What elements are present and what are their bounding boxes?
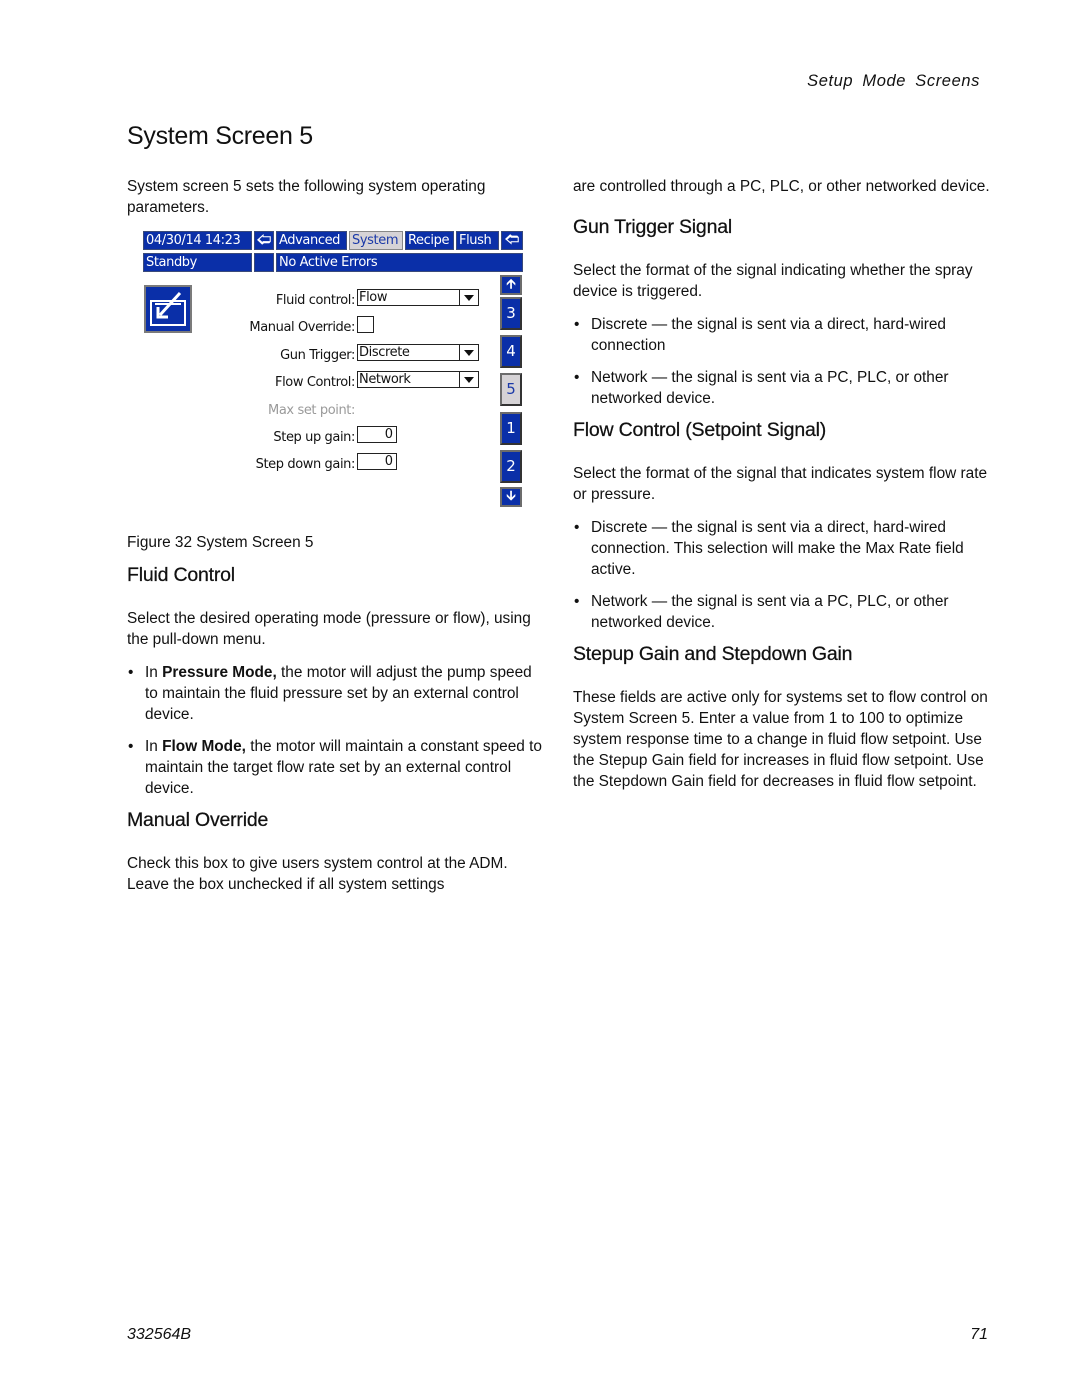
bullet-text: Discrete — the signal is sent via a dire… <box>591 316 946 354</box>
manual-override-checkbox[interactable] <box>357 316 374 333</box>
manual-override-heading: Manual Override <box>127 809 269 831</box>
tab-flush[interactable]: Flush <box>456 231 499 250</box>
figure-caption: Figure 32 System Screen 5 <box>127 534 314 551</box>
bullet: • <box>574 519 580 536</box>
gain-heading: Stepup Gain and Stepdown Gain <box>573 643 853 665</box>
fluid-control-body: Select the desired operating mode (press… <box>127 610 531 648</box>
page-tab-1[interactable]: 1 <box>500 412 522 445</box>
page-tab-3[interactable]: 3 <box>500 297 522 330</box>
gun-trigger-heading: Gun Trigger Signal <box>573 216 732 238</box>
fluid-control-value: Flow <box>359 290 388 305</box>
list-item: • Network — the signal is sent via a PC, … <box>573 367 993 409</box>
list-item: • Network — the signal is sent via a PC, … <box>573 591 993 633</box>
page-tab-4[interactable]: 4 <box>500 335 522 368</box>
bullet: • <box>128 664 134 681</box>
flow-control-label: Flow Control: <box>275 375 355 390</box>
bullet: • <box>574 369 580 386</box>
page-title: System Screen 5 <box>127 122 313 150</box>
chevron-down-icon[interactable] <box>459 372 478 387</box>
right-arrow-icon[interactable]: 🢢 <box>501 231 523 250</box>
document-number: 332564B <box>127 1326 192 1343</box>
down-arrow-icon[interactable]: 🡫 <box>500 487 522 507</box>
chevron-down-icon[interactable] <box>459 290 478 305</box>
manual-override-label: Manual Override: <box>249 320 355 335</box>
gun-trigger-label: Gun Trigger: <box>280 348 355 363</box>
max-set-point-label: Max set point: <box>268 403 355 418</box>
step-up-gain-label: Step up gain: <box>273 430 355 445</box>
tab-advanced[interactable]: Advanced <box>276 231 347 250</box>
flow-control-heading: Flow Control (Setpoint Signal) <box>573 419 827 441</box>
edit-setup-icon <box>144 285 192 333</box>
gun-trigger-value: Discrete <box>359 345 410 360</box>
adm-screen: 04/30/14 14:23 🢠 Advanced System Recipe … <box>143 231 523 518</box>
bullet: • <box>574 593 580 610</box>
tab-recipe[interactable]: Recipe <box>405 231 454 250</box>
bullet-text: Network — the signal is sent via a PC, P… <box>591 593 949 631</box>
bullet-text: Discrete — the signal is sent via a dire… <box>591 519 964 578</box>
bullet-prefix: In <box>145 664 163 681</box>
bullet-bold: Pressure Mode, <box>162 664 277 681</box>
bullet: • <box>128 738 134 755</box>
bullet: • <box>574 316 580 333</box>
list-item: • In Pressure Mode, the motor will adjust… <box>127 662 547 725</box>
fluid-control-dropdown[interactable]: Flow <box>357 289 479 306</box>
flow-control-dropdown[interactable]: Network <box>357 371 479 388</box>
gun-trigger-list: • Discrete — the signal is sent via a dir… <box>573 314 993 409</box>
right-column: are controlled through a PC, PLC, or oth… <box>573 176 993 804</box>
gain-body: These fields are active only for systems… <box>573 689 988 790</box>
running-head: Setup Mode Screens <box>807 72 980 90</box>
list-item: • In Flow Mode, the motor will maintain a… <box>127 736 547 799</box>
gun-trigger-body: Select the format of the signal indicati… <box>573 262 973 300</box>
datetime-display: 04/30/14 14:23 <box>143 231 252 250</box>
status-indicator <box>254 253 274 272</box>
flow-control-value: Network <box>359 372 411 387</box>
step-down-gain-label: Step down gain: <box>255 457 356 472</box>
error-status: No Active Errors <box>276 253 523 272</box>
flow-control-list: • Discrete — the signal is sent via a dir… <box>573 517 993 633</box>
left-arrow-icon[interactable]: 🢠 <box>254 231 274 250</box>
tab-system[interactable]: System <box>349 231 403 250</box>
left-column: System screen 5 sets the following syste… <box>127 176 547 907</box>
step-down-gain-input[interactable]: 0 <box>357 453 397 470</box>
bullet-prefix: In <box>145 738 163 755</box>
fluid-control-heading: Fluid Control <box>127 564 235 586</box>
page-number: 71 <box>970 1326 988 1343</box>
list-item: • Discrete — the signal is sent via a dir… <box>573 517 993 580</box>
manual-override-body: Check this box to give users system cont… <box>127 855 508 893</box>
page-tab-2[interactable]: 2 <box>500 450 522 483</box>
step-up-gain-input[interactable]: 0 <box>357 426 397 443</box>
continued-paragraph: are controlled through a PC, PLC, or oth… <box>573 178 990 195</box>
fluid-control-list: • In Pressure Mode, the motor will adjust… <box>127 662 547 799</box>
system-state: Standby <box>143 253 252 272</box>
fluid-control-label: Fluid control: <box>275 293 356 308</box>
up-arrow-icon[interactable]: 🡩 <box>500 275 522 295</box>
bullet-bold: Flow Mode, <box>162 738 246 755</box>
flow-control-body: Select the format of the signal that ind… <box>573 465 988 503</box>
gun-trigger-dropdown[interactable]: Discrete <box>357 344 479 361</box>
chevron-down-icon[interactable] <box>459 345 478 360</box>
intro-paragraph: System screen 5 sets the following syste… <box>127 178 486 216</box>
bullet-text: Network — the signal is sent via a PC, P… <box>591 369 949 407</box>
page-tab-5[interactable]: 5 <box>500 373 522 406</box>
list-item: • Discrete — the signal is sent via a dir… <box>573 314 993 356</box>
